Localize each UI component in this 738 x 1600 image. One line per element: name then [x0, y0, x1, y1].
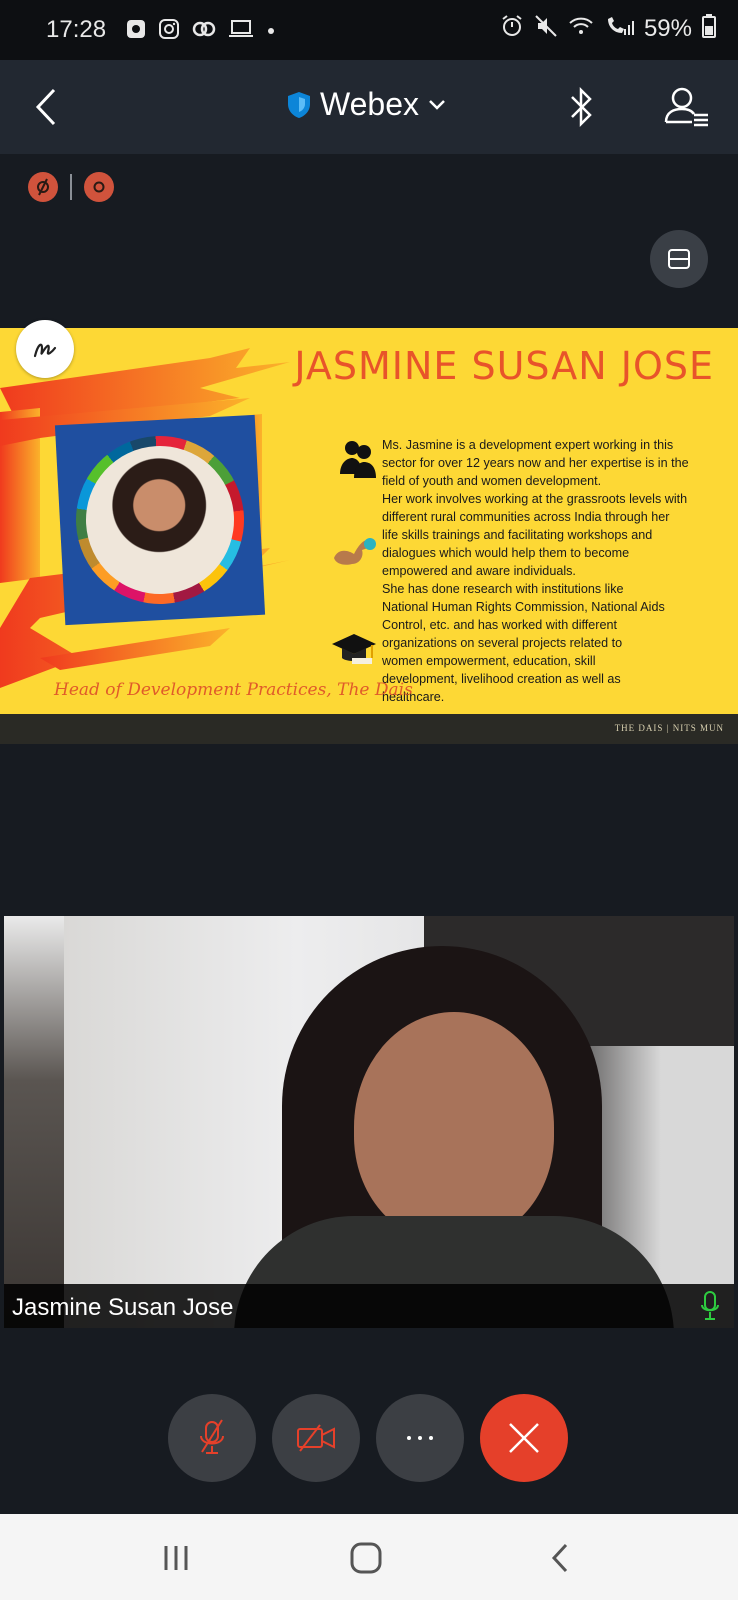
app-title: Webex: [320, 86, 420, 122]
meeting-controls: [168, 1394, 568, 1482]
strength-icon: [334, 538, 376, 565]
instagram-icon: [158, 18, 180, 45]
laptop-icon: [228, 19, 254, 44]
slide-caption: Head of Development Practices, The Dais: [54, 680, 413, 700]
slide-title: JASMINE SUSAN JOSE: [294, 344, 714, 388]
bio-line: healthcare.: [382, 690, 445, 704]
speaker-bio: Ms. Jasmine is a development expert work…: [382, 436, 732, 706]
bio-line: empowered and aware individuals.: [382, 564, 576, 578]
recording-icon: [84, 172, 114, 202]
nav-back-button[interactable]: [540, 1538, 580, 1578]
recording-indicators: [28, 172, 114, 202]
bio-line: sector for over 12 years now and her exp…: [382, 456, 689, 470]
battery-percent: 59%: [643, 14, 692, 42]
meeting-title-dropdown[interactable]: Webex: [286, 86, 447, 123]
home-button[interactable]: [346, 1538, 386, 1578]
person-icon: [340, 441, 376, 478]
bluetooth-button[interactable]: [562, 82, 602, 132]
bio-line: women empowerment, education, skill: [382, 654, 596, 668]
bio-line: Ms. Jasmine is a development expert work…: [382, 438, 674, 452]
bio-line: National Human Rights Commission, Nation…: [382, 600, 665, 614]
speaker-photo-frame: [54, 414, 266, 626]
annotate-icon: [33, 343, 57, 358]
sdg-ring: [71, 431, 249, 609]
end-call-icon: [509, 1423, 539, 1453]
wifi-icon: [568, 15, 594, 42]
participants-button[interactable]: [662, 82, 710, 132]
divider: [70, 174, 72, 200]
shared-slide: JASMINE SUSAN JOSE Ms. Jasmine is a deve…: [0, 328, 738, 714]
bio-line: organizations on several projects relate…: [382, 636, 623, 650]
slide-footer-label: THE DAIS | NITS MUN: [614, 723, 724, 733]
shield-icon: [288, 91, 310, 118]
mic-icon: [700, 1290, 720, 1327]
video-window-edge: [4, 916, 64, 1328]
slide-footer: THE DAIS | NITS MUN: [0, 714, 738, 744]
notification-app-icon: [126, 19, 146, 44]
battery-icon: [702, 14, 716, 43]
recents-icon: [164, 1546, 188, 1570]
app-header: Webex: [0, 60, 738, 154]
participant-video[interactable]: [4, 916, 734, 1328]
participant-face: [354, 1012, 554, 1242]
recents-button[interactable]: [156, 1538, 196, 1578]
webex-meeting-screen: 17:28 59% Webex JASMINE SUSAN JOSE Ms. J…: [0, 0, 738, 1600]
speaker-photo: [82, 442, 238, 598]
call-signal-icon: [604, 15, 634, 42]
home-icon: [350, 1542, 382, 1574]
bio-line: different rural communities across India…: [382, 510, 670, 524]
video-off-icon: [297, 1424, 335, 1452]
chevron-down-icon: [429, 99, 445, 110]
more-icon: [407, 1436, 433, 1440]
participants-icon: [664, 87, 708, 127]
bluetooth-icon: [571, 86, 592, 128]
bio-line: life skills trainings and facilitating w…: [382, 528, 653, 542]
more-options-button[interactable]: [376, 1394, 464, 1482]
bio-line: field of youth and women development.: [382, 474, 602, 488]
recording-paused-icon: [28, 172, 58, 202]
end-call-button[interactable]: [480, 1394, 568, 1482]
back-icon: [35, 88, 56, 126]
nav-back-icon: [551, 1543, 568, 1573]
bio-line: Her work involves working at the grassro…: [382, 492, 688, 506]
mute-button[interactable]: [168, 1394, 256, 1482]
notification-icons: [126, 18, 276, 45]
dot-icon: [266, 23, 276, 41]
video-name-bar: Jasmine Susan Jose: [4, 1284, 734, 1328]
layout-icon: [668, 249, 690, 269]
alarm-icon: [500, 14, 524, 43]
bio-line: development, livelihood creation as well…: [382, 672, 621, 686]
participant-name: Jasmine Susan Jose: [12, 1294, 234, 1321]
status-bar: 17:28 59%: [0, 0, 738, 60]
video-button[interactable]: [272, 1394, 360, 1482]
bio-line: She has done research with institutions …: [382, 582, 624, 596]
mic-muted-icon: [200, 1419, 224, 1454]
system-icons: 59%: [500, 14, 716, 43]
bio-line: Control, etc. and has worked with differ…: [382, 618, 617, 632]
graduation-cap-icon: [332, 634, 376, 664]
mute-icon: [534, 14, 558, 43]
status-time: 17:28: [46, 16, 107, 43]
webex-notification-icon: [192, 19, 216, 44]
layout-button[interactable]: [650, 230, 708, 288]
bio-line: dialogues which would help them to becom…: [382, 546, 630, 560]
annotate-button[interactable]: [16, 320, 74, 378]
back-button[interactable]: [28, 82, 74, 132]
system-nav-bar: [0, 1514, 738, 1600]
